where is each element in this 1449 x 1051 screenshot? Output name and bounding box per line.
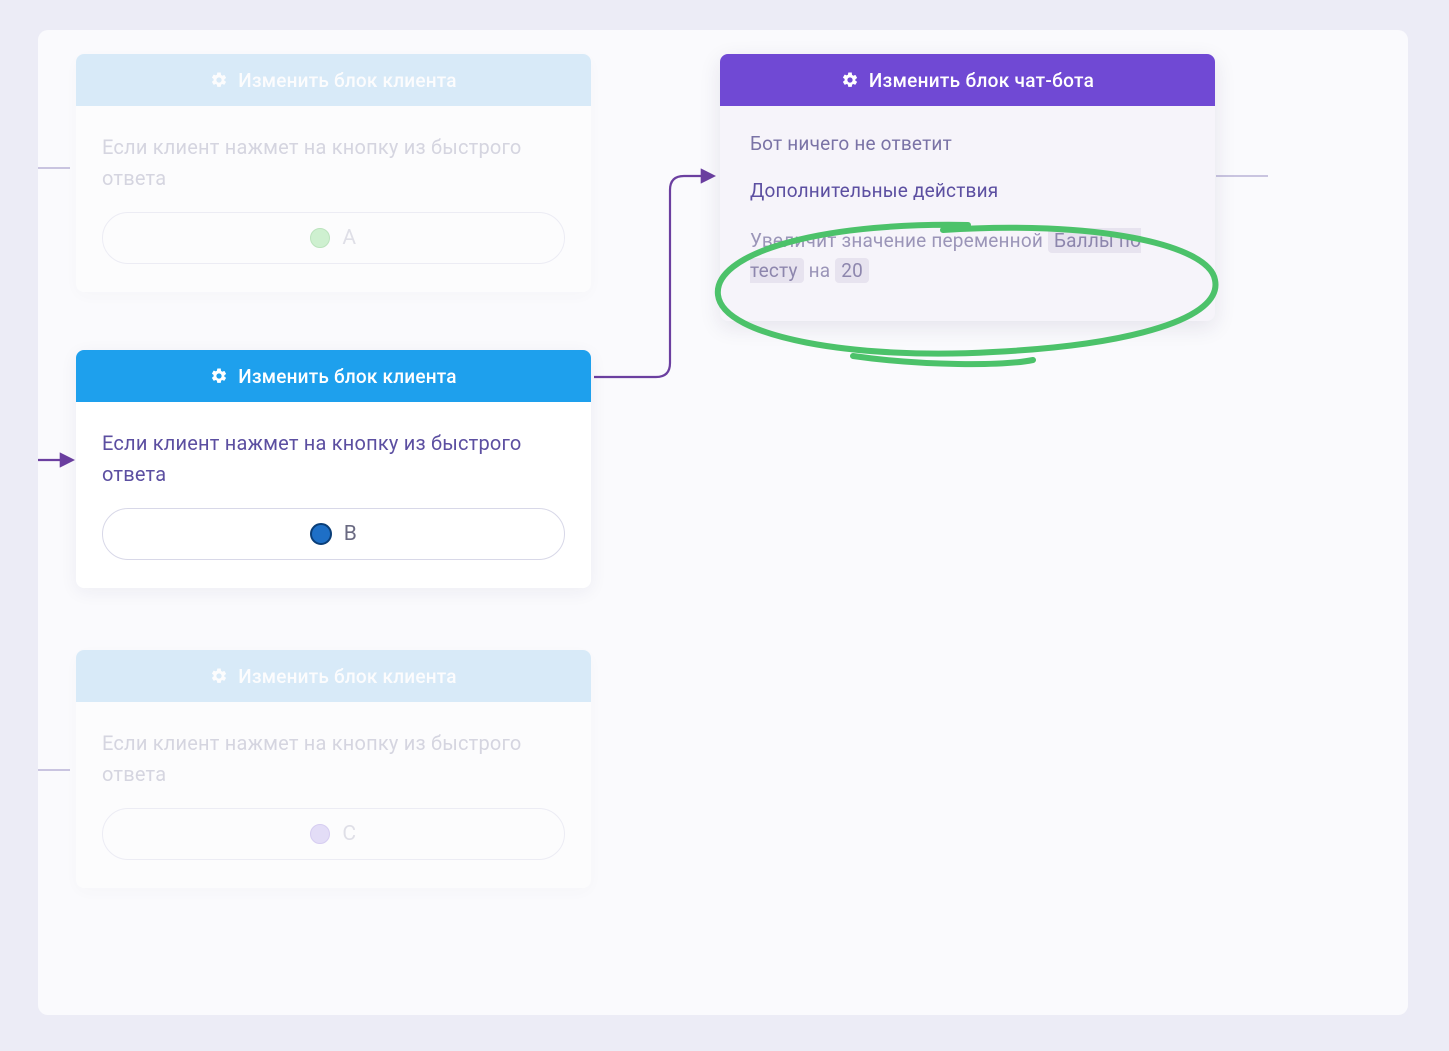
bot-block-body: Бот ничего не ответит Дополнительные дей… [720,106,1215,321]
client-block-a[interactable]: Изменить блок клиента Если клиент нажмет… [76,54,591,292]
client-block-c-header[interactable]: Изменить блок клиента [76,650,591,702]
client-block-a-body: Если клиент нажмет на кнопку из быстрого… [76,106,591,292]
client-block-b-title: Изменить блок клиента [238,365,456,388]
dot-icon [310,228,330,248]
dot-icon [310,824,330,844]
client-block-b-body: Если клиент нажмет на кнопку из быстрого… [76,402,591,588]
client-block-c-body: Если клиент нажмет на кнопку из быстрого… [76,702,591,888]
client-block-b-option-label: B [344,522,358,546]
bot-block-header[interactable]: Изменить блок чат-бота [720,54,1215,106]
bot-action-prefix: Увеличит значение переменной [750,229,1043,252]
bot-block[interactable]: Изменить блок чат-бота Бот ничего не отв… [720,54,1215,321]
client-block-c-title: Изменить блок клиента [238,665,456,688]
bot-action-row[interactable]: Увеличит значение переменной Баллы по те… [750,226,1185,287]
client-block-a-title: Изменить блок клиента [238,69,456,92]
client-block-c[interactable]: Изменить блок клиента Если клиент нажмет… [76,650,591,888]
client-block-b-option[interactable]: B [102,508,565,560]
flow-canvas[interactable]: Изменить блок клиента Если клиент нажмет… [38,30,1408,1015]
dot-icon [310,523,332,545]
bot-no-reply-text: Бот ничего не ответит [750,132,1185,155]
gear-icon [210,71,228,89]
bot-action-value-tag: 20 [835,258,869,283]
gear-icon [210,367,228,385]
client-block-b-header[interactable]: Изменить блок клиента [76,350,591,402]
bot-extra-actions-label: Дополнительные действия [750,179,1185,202]
client-block-a-option[interactable]: A [102,212,565,264]
client-block-a-option-label: A [342,226,356,250]
gear-icon [210,667,228,685]
client-block-c-desc: Если клиент нажмет на кнопку из быстрого… [102,728,565,790]
client-block-c-option[interactable]: C [102,808,565,860]
client-block-b[interactable]: Изменить блок клиента Если клиент нажмет… [76,350,591,588]
bot-block-title: Изменить блок чат-бота [869,69,1094,92]
bot-action-middle: на [809,259,831,282]
client-block-b-desc: Если клиент нажмет на кнопку из быстрого… [102,428,565,490]
client-block-c-option-label: C [342,822,356,846]
client-block-a-header[interactable]: Изменить блок клиента [76,54,591,106]
gear-icon [841,71,859,89]
client-block-a-desc: Если клиент нажмет на кнопку из быстрого… [102,132,565,194]
